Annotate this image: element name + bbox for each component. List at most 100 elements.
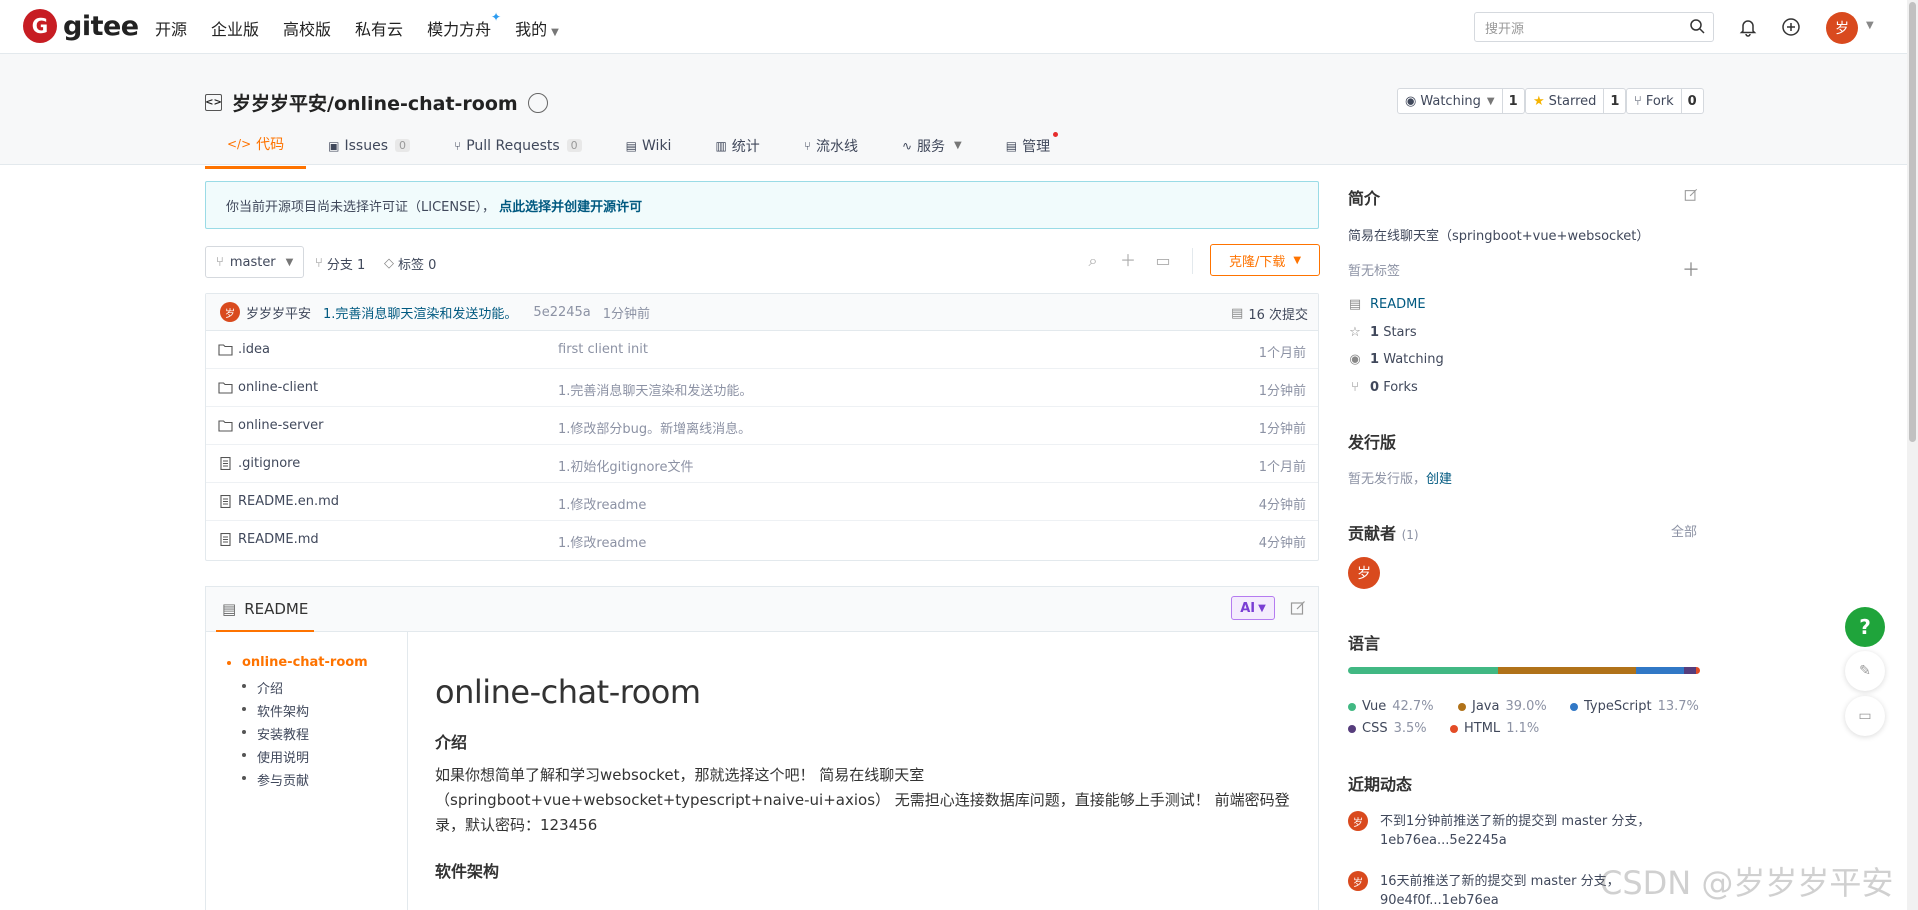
branch-icon: ⑂: [315, 256, 323, 271]
scrollbar-thumb[interactable]: [1909, 2, 1916, 442]
toc-item[interactable]: 参与贡献: [241, 770, 309, 789]
create-release-link[interactable]: 创建: [1426, 472, 1452, 487]
nav-private-cloud[interactable]: 私有云: [355, 16, 403, 40]
readme-link-row[interactable]: ▤ README: [1348, 297, 1426, 312]
language-item[interactable]: CSS 3.5%: [1348, 721, 1427, 736]
notification-dot: [1053, 132, 1059, 137]
user-avatar[interactable]: 岁: [1826, 12, 1858, 44]
commit-count-link[interactable]: ▤ 16 次提交: [1231, 304, 1308, 323]
divider: [1192, 248, 1193, 274]
toc-item[interactable]: 安装教程: [241, 724, 309, 743]
file-name[interactable]: online-server: [238, 418, 324, 433]
toc-item[interactable]: 使用说明: [241, 747, 309, 766]
file-row[interactable]: README.en.md 1.修改readme 4分钟前: [206, 483, 1318, 521]
language-item[interactable]: TypeScript 13.7%: [1570, 699, 1699, 714]
file-name[interactable]: .idea: [238, 342, 270, 357]
file-commit-message[interactable]: 1.修改readme: [558, 494, 646, 513]
tab-services[interactable]: ∿ 服务 ▼: [880, 128, 984, 169]
commit-hash[interactable]: 5e2245a: [533, 305, 590, 320]
watch-button[interactable]: ◉ Watching ▼: [1397, 88, 1503, 114]
language-item[interactable]: HTML 1.1%: [1450, 721, 1539, 736]
fork-button[interactable]: ⑂ Fork: [1626, 88, 1682, 114]
file-name[interactable]: online-client: [238, 380, 318, 395]
avatar[interactable]: 岁: [1348, 871, 1368, 891]
tab-issues-label: Issues: [344, 137, 389, 154]
chevron-down-icon[interactable]: ▼: [1866, 20, 1874, 31]
nav-moli[interactable]: 模力方舟 ✦: [427, 10, 501, 40]
edit-icon[interactable]: [1290, 600, 1306, 616]
file-commit-message[interactable]: 1.初始化gitignore文件: [558, 456, 693, 475]
tab-code[interactable]: </> 代码: [205, 128, 307, 169]
file-commit-message[interactable]: first client init: [558, 342, 648, 357]
clone-download-button[interactable]: 克隆/下载 ▼: [1210, 244, 1320, 276]
nav-education[interactable]: 高校版: [283, 16, 331, 40]
add-tag-icon[interactable]: ＋: [1682, 256, 1700, 282]
file-name[interactable]: README.md: [238, 532, 319, 547]
nav-mine[interactable]: 我的 ▼: [515, 16, 559, 40]
fork-count[interactable]: 0: [1681, 88, 1704, 114]
branches-link[interactable]: ⑂ 分支 1: [315, 254, 365, 273]
star-count[interactable]: 1: [1604, 88, 1627, 114]
tags-link[interactable]: ◇ 标签 0: [384, 254, 436, 273]
edit-icon[interactable]: [1684, 188, 1698, 202]
add-file-icon[interactable]: ＋: [1119, 252, 1137, 270]
watching-row[interactable]: ◉ 1 Watching: [1348, 352, 1443, 367]
forks-row[interactable]: ⑂ 0 Forks: [1348, 380, 1418, 395]
nav-opensource[interactable]: 开源: [155, 16, 187, 40]
readme-icon: ▤: [222, 599, 237, 618]
file-row[interactable]: online-server 1.修改部分bug。新增离线消息。 1分钟前: [206, 407, 1318, 445]
avatar[interactable]: 岁: [1348, 557, 1380, 589]
star-button[interactable]: ★ Starred: [1525, 88, 1605, 114]
tab-pull-requests[interactable]: ⑂ Pull Requests 0: [432, 128, 604, 169]
tab-manage[interactable]: ▤ 管理: [984, 128, 1072, 169]
language-segment: [1696, 667, 1700, 674]
search-icon[interactable]: ⌕: [1084, 252, 1102, 270]
language-item[interactable]: Vue 42.7%: [1348, 699, 1434, 714]
branch-select[interactable]: ⑂ master ▼: [205, 246, 305, 278]
file-commit-message[interactable]: 1.完善消息聊天渲染和发送功能。: [558, 380, 752, 399]
file-name[interactable]: .gitignore: [238, 456, 300, 471]
page-scrollbar[interactable]: [1907, 0, 1918, 910]
search-input[interactable]: 搜开源: [1474, 12, 1714, 42]
create-license-link[interactable]: 点此选择并创建开源许可: [499, 196, 642, 215]
file-row[interactable]: .gitignore 1.初始化gitignore文件 1个月前: [206, 445, 1318, 483]
stars-row[interactable]: ☆ 1 Stars: [1348, 325, 1416, 340]
tab-pipeline[interactable]: ⑂ 流水线: [782, 128, 880, 169]
web-ide-icon[interactable]: ▭: [1154, 252, 1172, 270]
activity-item[interactable]: 不到1分钟前推送了新的提交到 master 分支，1eb76ea...5e224…: [1380, 812, 1710, 850]
badge-icon[interactable]: [527, 92, 548, 113]
file-row[interactable]: README.md 1.修改readme 4分钟前: [206, 521, 1318, 559]
search-icon[interactable]: [1689, 18, 1705, 34]
toc-item[interactable]: 介绍: [241, 678, 283, 697]
nav-enterprise[interactable]: 企业版: [211, 16, 259, 40]
languages-title: 语言: [1348, 634, 1381, 653]
file-name[interactable]: README.en.md: [238, 494, 339, 509]
help-button[interactable]: ?: [1845, 607, 1885, 647]
file-commit-message[interactable]: 1.修改部分bug。新增离线消息。: [558, 418, 751, 437]
tab-stats[interactable]: ▥ 统计: [693, 128, 781, 169]
file-row[interactable]: online-client 1.完善消息聊天渲染和发送功能。 1分钟前: [206, 369, 1318, 407]
no-tags-text: 暂无标签: [1348, 264, 1401, 279]
chat-button[interactable]: ▭: [1845, 696, 1885, 736]
ai-button[interactable]: AI ▼: [1231, 596, 1275, 620]
gitee-logo[interactable]: G gitee: [23, 9, 139, 43]
readme-tab[interactable]: ▤ README: [216, 587, 315, 632]
chevron-down-icon: ▼: [954, 140, 962, 151]
watch-count[interactable]: 1: [1502, 88, 1525, 114]
language-item[interactable]: Java 39.0%: [1458, 699, 1547, 714]
bell-icon[interactable]: [1737, 16, 1759, 38]
toc-item[interactable]: online-chat-room: [227, 655, 368, 670]
file-row[interactable]: .idea first client init 1个月前: [206, 331, 1318, 369]
toc-item[interactable]: 软件架构: [241, 701, 309, 720]
add-icon[interactable]: [1780, 16, 1802, 38]
tab-issues[interactable]: ▣ Issues 0: [306, 128, 432, 169]
contributors-all-link[interactable]: 全部: [1671, 521, 1697, 540]
feedback-edit-button[interactable]: ✎: [1845, 651, 1885, 691]
commit-author[interactable]: 岁岁岁平安: [246, 303, 311, 322]
tab-wiki[interactable]: ▤ Wiki: [604, 128, 694, 169]
repo-title-link[interactable]: 岁岁岁平安/online-chat-room: [232, 89, 518, 116]
file-commit-message[interactable]: 1.修改readme: [558, 532, 646, 551]
avatar[interactable]: 岁: [1348, 811, 1368, 831]
avatar[interactable]: 岁: [220, 302, 240, 322]
commit-message[interactable]: 1.完善消息聊天渲染和发送功能。: [323, 303, 517, 322]
